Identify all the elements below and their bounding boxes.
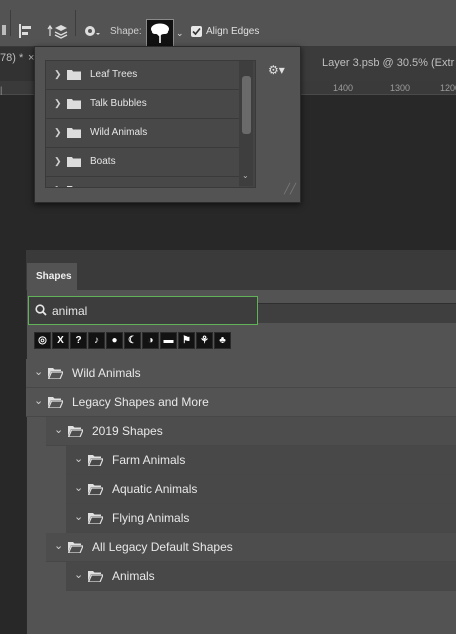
folder-icon xyxy=(67,99,81,109)
tree-row-label: Flying Animals xyxy=(112,511,190,525)
chevron-down-icon[interactable]: ⌄ xyxy=(74,481,83,494)
ruler-number: 1200 xyxy=(440,83,456,93)
chevron-right-icon[interactable]: ❯ xyxy=(54,127,62,138)
scroll-down-icon[interactable]: ⌄ xyxy=(242,171,249,180)
chevron-down-icon[interactable]: ⌄ xyxy=(54,423,63,436)
tree-row-label: Wild Animals xyxy=(72,366,141,380)
path-alignment-icon[interactable] xyxy=(16,21,36,41)
picker-item-partial[interactable]: ❯ xyxy=(46,177,239,187)
tree-shape-icon xyxy=(151,23,169,43)
folder-open-icon xyxy=(88,455,103,466)
search-input[interactable] xyxy=(52,303,242,319)
tree-row-label: Farm Animals xyxy=(112,453,186,467)
folder-open-icon xyxy=(88,484,103,495)
tree-row-label: Aquatic Animals xyxy=(112,482,198,496)
spiral-shape-icon[interactable]: ◎ xyxy=(34,332,51,349)
panel-tab-bar xyxy=(26,250,456,290)
picker-item-leaf-trees[interactable]: ❯ Leaf Trees xyxy=(46,61,239,90)
tree-row-label: All Legacy Default Shapes xyxy=(92,540,233,554)
picker-item-label: Boats xyxy=(90,156,116,167)
search-icon xyxy=(35,304,47,316)
picker-item-label: Talk Bubbles xyxy=(90,98,147,109)
picker-item-label: Wild Animals xyxy=(90,127,148,138)
chevron-right-icon[interactable]: ❯ xyxy=(54,156,62,167)
chevron-right-icon[interactable]: ❯ xyxy=(54,69,62,80)
tree-row-2019-shapes[interactable]: ⌄ 2019 Shapes xyxy=(46,417,456,446)
tree-row-wild-animals[interactable]: ⌄ Wild Animals xyxy=(26,359,456,388)
picker-settings-gear-icon[interactable]: ⚙▾ xyxy=(268,63,285,77)
folder-icon xyxy=(67,128,81,138)
tree-row-all-legacy-default-shapes[interactable]: ⌄ All Legacy Default Shapes xyxy=(46,533,456,562)
chevron-right-icon[interactable]: ❯ xyxy=(54,185,62,187)
shape-glyph-strip: ◎ X ? ♪ ● ☾ ◑ ▬ ⚑ ⚘ ♣ xyxy=(34,332,231,349)
tree-row-flying-animals[interactable]: ⌄ Flying Animals xyxy=(66,504,456,533)
search-bar-background xyxy=(258,303,456,323)
chevron-down-icon[interactable]: ⌄ xyxy=(74,452,83,465)
ruler-number: 1400 xyxy=(333,83,354,93)
tree-row-label: 2019 Shapes xyxy=(92,424,163,438)
picker-scrollbar-thumb[interactable] xyxy=(242,76,251,134)
tree-shape-icon[interactable]: ♣ xyxy=(214,332,231,349)
shape-label: Shape: xyxy=(110,26,142,37)
ruler-tick: | xyxy=(0,85,3,95)
question-shape-icon[interactable]: ? xyxy=(70,332,87,349)
picker-item-label: Leaf Trees xyxy=(90,69,138,80)
chevron-down-icon[interactable]: ⌄ xyxy=(176,28,184,39)
folder-open-icon xyxy=(68,542,83,553)
folder-icon xyxy=(67,186,73,187)
music-note-shape-icon[interactable]: ♪ xyxy=(88,332,105,349)
document-tab-title[interactable]: Layer 3.psb @ 30.5% (Extr xyxy=(322,57,454,69)
moon-shape-icon[interactable]: ☾ xyxy=(124,332,141,349)
folder-open-icon xyxy=(88,571,103,582)
shape-preview-button[interactable] xyxy=(146,19,174,47)
tree-row-farm-animals[interactable]: ⌄ Farm Animals xyxy=(66,446,456,475)
chevron-right-icon[interactable]: ❯ xyxy=(54,98,62,109)
flag-shape-icon[interactable]: ⚑ xyxy=(178,332,195,349)
path-arrangement-icon[interactable] xyxy=(46,20,70,42)
toolbar-divider xyxy=(75,10,76,36)
gear-icon[interactable] xyxy=(82,22,102,40)
speech-bubble-shape-icon[interactable]: ● xyxy=(106,332,123,349)
align-edges-label: Align Edges xyxy=(206,26,260,37)
picker-item-wild-animals[interactable]: ❯ Wild Animals xyxy=(46,119,239,148)
tool-preset-edge[interactable] xyxy=(0,22,10,38)
folder-open-icon xyxy=(48,397,63,408)
chevron-down-icon[interactable]: ⌄ xyxy=(74,510,83,523)
sign-shape-icon[interactable]: ▬ xyxy=(160,332,177,349)
tab-shapes-label: Shapes xyxy=(36,271,72,282)
ruler-number: 1300 xyxy=(390,83,411,93)
chevron-down-icon[interactable]: ⌄ xyxy=(54,539,63,552)
tree-row-label: Animals xyxy=(112,569,155,583)
chevron-down-icon[interactable]: ⌄ xyxy=(74,568,83,581)
tree-row-label: Legacy Shapes and More xyxy=(72,395,209,409)
toolbar-divider xyxy=(10,10,11,36)
crescent-shape-icon[interactable]: ◑ xyxy=(142,332,159,349)
x-shape-icon[interactable]: X xyxy=(52,332,69,349)
shape-picker-list: ❯ Leaf Trees ❯ Talk Bubbles ❯ Wild Anima… xyxy=(45,60,256,188)
palm-shape-icon[interactable]: ⚘ xyxy=(196,332,213,349)
resize-grip-icon[interactable]: ╱╱ xyxy=(284,184,296,195)
tree-row-aquatic-animals[interactable]: ⌄ Aquatic Animals xyxy=(66,475,456,504)
document-tab-partial[interactable]: 78) * xyxy=(0,52,23,64)
tree-row-legacy-shapes-and-more[interactable]: ⌄ Legacy Shapes and More xyxy=(26,388,456,417)
folder-icon xyxy=(67,70,81,80)
tree-row-animals[interactable]: ⌄ Animals xyxy=(66,562,456,591)
align-edges-checkbox[interactable] xyxy=(191,26,202,37)
picker-item-talk-bubbles[interactable]: ❯ Talk Bubbles xyxy=(46,90,239,119)
chevron-down-icon[interactable]: ⌄ xyxy=(34,394,43,407)
picker-item-boats[interactable]: ❯ Boats xyxy=(46,148,239,177)
chevron-down-icon[interactable]: ⌄ xyxy=(34,365,43,378)
folder-open-icon xyxy=(88,513,103,524)
folder-icon xyxy=(67,157,81,167)
folder-open-icon xyxy=(48,368,63,379)
folder-open-icon xyxy=(68,426,83,437)
